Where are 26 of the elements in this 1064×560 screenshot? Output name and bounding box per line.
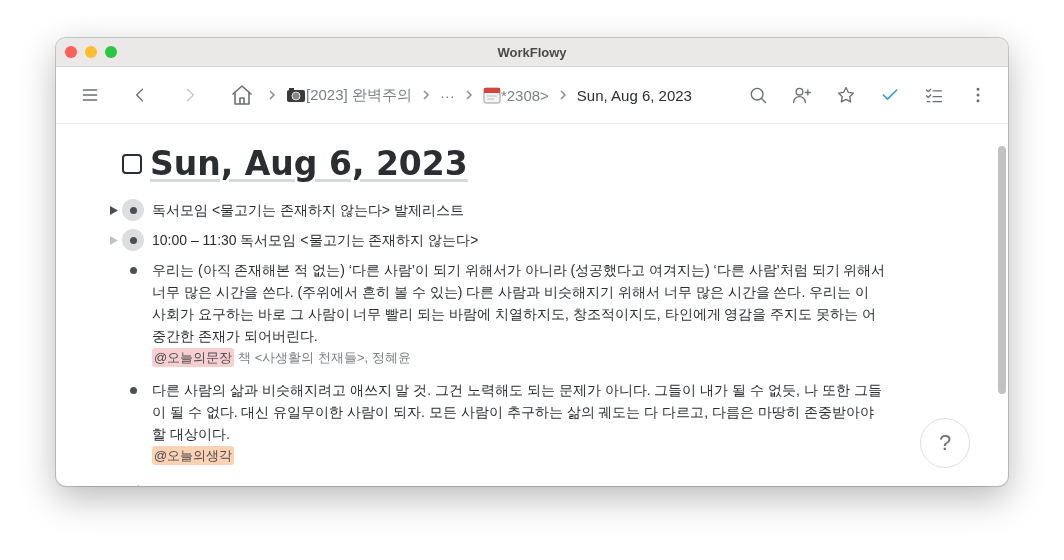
chevron-icon (268, 89, 276, 101)
camera-icon (286, 87, 306, 103)
chevron-icon (558, 89, 567, 101)
bullet-icon[interactable] (122, 229, 144, 251)
calendar-icon (482, 86, 501, 104)
close-button[interactable] (65, 46, 77, 58)
tag[interactable]: @오늘의생각 (152, 446, 235, 465)
chevron-icon (464, 89, 473, 101)
item-text: 다른 사람의 삶과 비슷해지려고 애쓰지 말 것. 그건 노력해도 되는 문제가 아니다. 그들이 내가 될 수 없듯, 나 또한 그들이 될 수 없다. 대신 유일무이한 사람이 되자. 모든 사람이 추구하는 삶의 궤도는 다 다르고, 다름은 마땅히 존중받아야할 대상이다. (152, 381, 883, 444)
page-title: Sun, Aug 6, 2023 (150, 144, 468, 183)
breadcrumb-link[interactable]: ··· (439, 86, 455, 104)
item-text: 독서모임 <물고기는 존재하지 않는다> 발제리스트 (152, 201, 464, 220)
item-text: 10:00 – 11:30 독서모임 <물고기는 존재하지 않는다> (152, 231, 479, 250)
help-button[interactable]: ? (920, 418, 970, 468)
tag[interactable]: @오늘의문장 (152, 348, 235, 367)
breadcrumb-link[interactable]: Sun, Aug 6, 2023 (576, 86, 692, 104)
bullet-icon[interactable] (122, 199, 144, 221)
breadcrumb-link[interactable]: [2023] 완벽주의 (306, 85, 412, 105)
expand-arrow-icon[interactable] (110, 205, 118, 215)
item-text: 우리는 (아직 존재해본 적 없는) ‘다른 사람’이 되기 위해서가 아니라 (성공했다고 여겨지는) ‘다른 사람’처럼 되기 위해서 너무 많은 시간을 쓴다. (주위에서 흔히 볼 수 있는) 다른 사람과 비슷해지기 위해서 너무 많은 시간을 쓴다. 우리는 이 사회가 요구하는 바로 그 사람이 너무 빨리 되는 바람에 치열하지도, 창조적이지도, 타인에게 영감을 주지도 못하는 어중간한 존재가 되어버린다. (152, 261, 886, 346)
title-checkbox[interactable] (122, 153, 142, 174)
scrollbar[interactable] (998, 146, 1006, 394)
chevron-icon (421, 89, 430, 101)
window-title: WorkFlowy (497, 44, 567, 60)
breadcrumb-link[interactable]: *2308> (500, 86, 549, 104)
note-text: 책 <사생활의 천재들>, 정혜윤 (238, 349, 411, 367)
